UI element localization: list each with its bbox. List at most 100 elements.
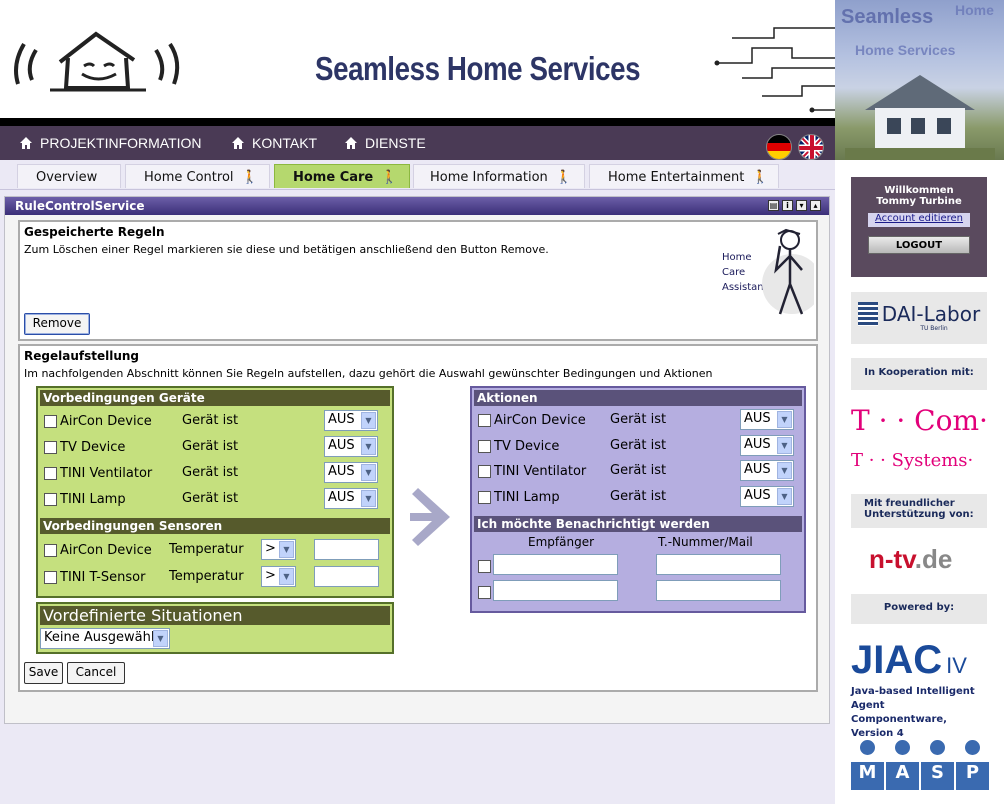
nav-item-dienste[interactable]: DIENSTE xyxy=(345,135,426,151)
action-checkbox[interactable] xyxy=(478,465,491,478)
tab-label: Home Entertainment xyxy=(608,170,745,185)
action-checkbox[interactable] xyxy=(478,414,491,427)
masp-figure: M xyxy=(851,740,884,792)
rule-setup-title: Regelaufstellung xyxy=(24,349,140,363)
tab-home-information[interactable]: Home Information 🚶 xyxy=(413,164,585,188)
tcom-logo-text: T · · Com· xyxy=(851,404,988,437)
tab-label: Home Care xyxy=(293,170,374,185)
support-label: Mit freundlicher Unterstützung von: xyxy=(851,494,987,528)
tcom-logo: T · · Com· xyxy=(851,404,988,437)
tab-home-entertainment[interactable]: Home Entertainment 🚶 xyxy=(589,164,779,188)
action-checkbox[interactable] xyxy=(478,491,491,504)
situations-header: Vordefinierte Situationen xyxy=(40,606,390,625)
state-select[interactable]: AUS ▼ xyxy=(324,410,378,431)
dai-stripes-icon xyxy=(857,302,878,326)
operator-select[interactable]: > ▼ xyxy=(261,539,296,560)
panel-title: RuleControlService ▤ i ▾ ▴ xyxy=(5,197,829,215)
sensor-value-input[interactable] xyxy=(314,539,379,560)
cancel-button[interactable]: Cancel xyxy=(67,662,125,684)
chevron-down-icon: ▼ xyxy=(361,438,376,455)
person-icon: 🚶 xyxy=(752,170,769,185)
condition-label: Gerät ist xyxy=(610,412,667,427)
chevron-down-icon: ▼ xyxy=(361,490,376,507)
person-icon: 🚶 xyxy=(555,170,572,185)
site-title: Seamless Home Services xyxy=(315,50,641,87)
nav-item-kontakt[interactable]: KONTAKT xyxy=(232,135,317,151)
sensor-checkbox[interactable] xyxy=(44,571,57,584)
recipient-input[interactable] xyxy=(493,554,618,575)
condition-label: Gerät ist xyxy=(610,489,667,504)
main-content: RuleControlService ▤ i ▾ ▴ Gespeicherte … xyxy=(0,190,835,804)
welcome-text: Willkommen xyxy=(884,185,954,196)
condition-checkbox[interactable] xyxy=(44,441,57,454)
state-select[interactable]: AUS ▼ xyxy=(740,486,794,507)
minimize-icon[interactable]: ▾ xyxy=(796,200,807,211)
save-button[interactable]: Save xyxy=(24,662,63,684)
tab-home-care[interactable]: Home Care 🚶 xyxy=(274,164,410,188)
actions-header: Aktionen xyxy=(474,390,802,406)
number-mail-input[interactable] xyxy=(656,580,781,601)
tsystems-logo-text: T · · Systems· xyxy=(851,450,974,471)
operator-select[interactable]: > ▼ xyxy=(261,566,296,587)
remove-button[interactable]: Remove xyxy=(24,313,90,335)
sensor-checkbox[interactable] xyxy=(44,544,57,557)
masp-letter: A xyxy=(886,762,919,790)
masp-figure: A xyxy=(886,740,919,792)
saved-rules-description: Zum Löschen einer Regel markieren sie di… xyxy=(24,243,549,256)
number-mail-input[interactable] xyxy=(656,554,781,575)
device-label: AirCon Device xyxy=(60,414,152,429)
maximize-icon[interactable]: ▴ xyxy=(810,200,821,211)
sensor-device-label: AirCon Device xyxy=(60,543,152,558)
tab-home-control[interactable]: Home Control 🚶 xyxy=(125,164,270,188)
state-select[interactable]: AUS ▼ xyxy=(740,409,794,430)
masp-letter: S xyxy=(921,762,954,790)
state-select[interactable]: AUS ▼ xyxy=(740,435,794,456)
notify-checkbox[interactable] xyxy=(478,586,491,599)
masp-figure: P xyxy=(956,740,989,792)
rule-setup-description: Im nachfolgenden Abschnitt können Sie Re… xyxy=(24,367,713,380)
info-icon[interactable]: i xyxy=(782,200,793,211)
select-value: Keine Ausgewählt xyxy=(44,630,160,645)
select-value: AUS xyxy=(328,412,355,427)
select-value: AUS xyxy=(744,437,771,452)
account-edit-link[interactable]: Account editieren xyxy=(868,213,970,227)
rule-setup-box: Regelaufstellung Im nachfolgenden Abschn… xyxy=(18,344,818,692)
dai-labor-logo: DAI-Labor TU Berlin xyxy=(851,292,987,344)
print-icon[interactable]: ▤ xyxy=(768,200,779,211)
house-photo-icon xyxy=(845,75,995,160)
tab-overview[interactable]: Overview xyxy=(17,164,121,188)
notify-checkbox[interactable] xyxy=(478,560,491,573)
state-select[interactable]: AUS ▼ xyxy=(324,436,378,457)
state-select[interactable]: AUS ▼ xyxy=(740,460,794,481)
panel-tools: ▤ i ▾ ▴ xyxy=(768,200,821,211)
condition-label: Gerät ist xyxy=(182,439,239,454)
condition-label: Gerät ist xyxy=(182,465,239,480)
number-column-header: T.-Nummer/Mail xyxy=(658,535,753,549)
condition-label: Gerät ist xyxy=(610,463,667,478)
device-label: TV Device xyxy=(494,439,560,454)
select-value: AUS xyxy=(328,464,355,479)
hero-text: Seamless xyxy=(841,6,934,28)
condition-checkbox[interactable] xyxy=(44,467,57,480)
right-sidebar: Willkommen Tommy Turbine Account editier… xyxy=(835,160,1004,804)
logout-button[interactable]: LOGOUT xyxy=(868,236,970,254)
uk-flag-icon[interactable] xyxy=(798,134,824,160)
sensor-value-input[interactable] xyxy=(314,566,379,587)
sensor-condition-label: Temperatur xyxy=(169,569,244,584)
state-select[interactable]: AUS ▼ xyxy=(324,462,378,483)
sensor-device-label: TINI T-Sensor xyxy=(60,570,146,585)
select-value: AUS xyxy=(328,490,355,505)
device-label: AirCon Device xyxy=(494,413,586,428)
recipient-input[interactable] xyxy=(493,580,618,601)
state-select[interactable]: AUS ▼ xyxy=(324,488,378,509)
german-flag-icon[interactable] xyxy=(766,134,792,160)
situation-select[interactable]: Keine Ausgewählt ▼ xyxy=(40,628,170,649)
jiac-logo-text: JIAC xyxy=(851,638,943,682)
action-checkbox[interactable] xyxy=(478,440,491,453)
condition-checkbox[interactable] xyxy=(44,493,57,506)
ntv-logo-text: n-tv xyxy=(869,544,915,574)
condition-checkbox[interactable] xyxy=(44,415,57,428)
device-conditions-header: Vorbedingungen Geräte xyxy=(40,390,390,406)
hero-text: Home Services xyxy=(855,42,956,58)
nav-item-projektinformation[interactable]: PROJEKTINFORMATION xyxy=(20,135,202,151)
